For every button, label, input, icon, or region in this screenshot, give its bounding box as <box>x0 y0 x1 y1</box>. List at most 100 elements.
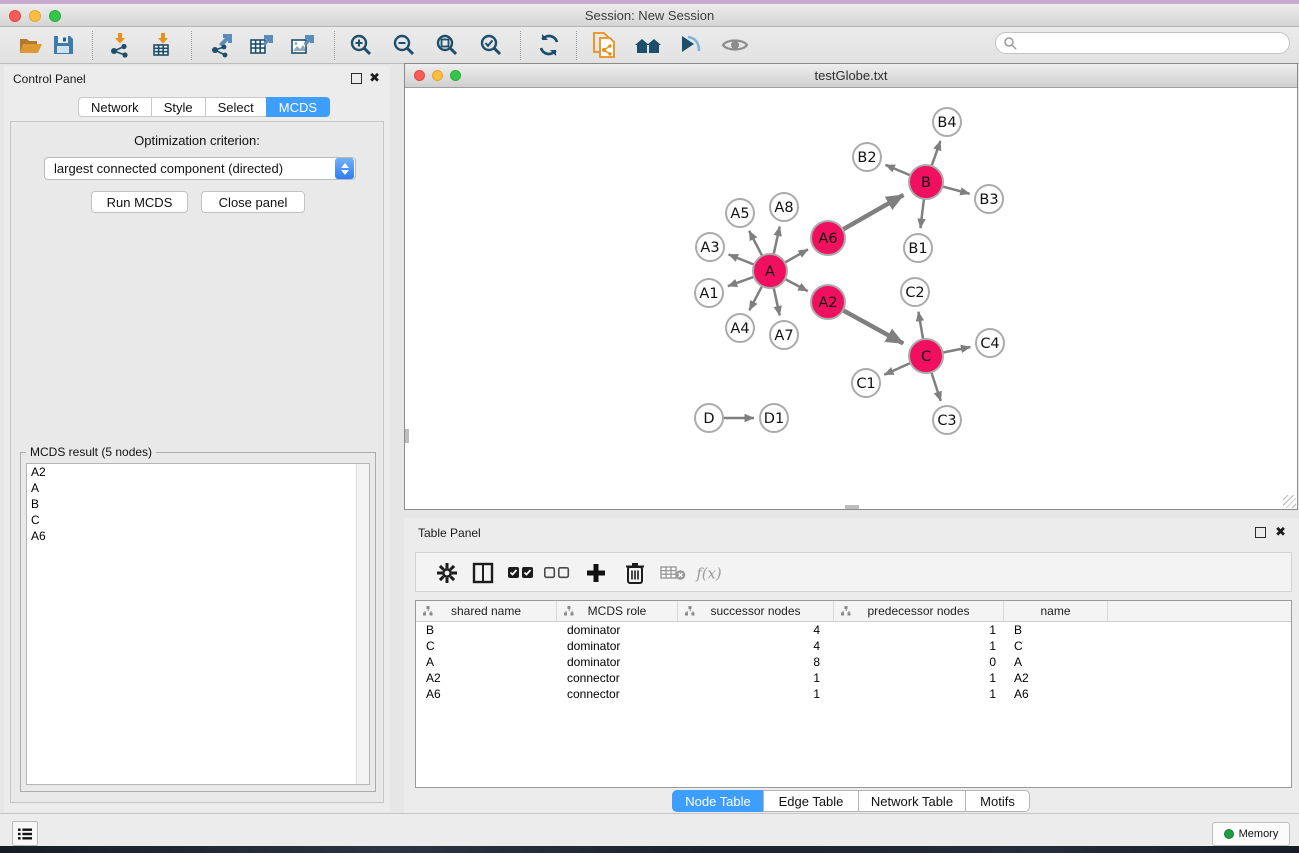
export-table-icon[interactable] <box>248 31 276 59</box>
graph-node-C2[interactable]: C2 <box>901 278 929 306</box>
table-cell[interactable]: 4 <box>678 622 834 638</box>
table-cell[interactable]: connector <box>557 686 678 702</box>
column-header-shared-name[interactable]: shared name <box>416 601 557 621</box>
float-table-panel-icon[interactable] <box>1255 527 1266 538</box>
delete-table-icon[interactable] <box>659 559 687 587</box>
graph-node-A1[interactable]: A1 <box>695 279 723 307</box>
column-header-name[interactable]: name <box>1004 601 1108 621</box>
table-cell[interactable]: C <box>1004 638 1108 654</box>
graph-node-B3[interactable]: B3 <box>975 185 1003 213</box>
table-cell[interactable]: 1 <box>678 670 834 686</box>
table-cell[interactable]: A <box>1004 654 1108 670</box>
mcds-result-list[interactable]: A2ABCA6 <box>26 463 370 785</box>
table-cell[interactable]: dominator <box>557 622 678 638</box>
graph-node-B1[interactable]: B1 <box>904 234 932 262</box>
refresh-view-icon[interactable] <box>535 31 563 59</box>
result-item[interactable]: A2 <box>27 464 369 480</box>
graph-node-C4[interactable]: C4 <box>976 329 1004 357</box>
search-input[interactable] <box>1017 34 1289 52</box>
table-cell[interactable]: A2 <box>1004 670 1108 686</box>
graph-node-A5[interactable]: A5 <box>726 199 754 227</box>
table-cell[interactable]: 1 <box>678 686 834 702</box>
import-table-icon[interactable] <box>149 31 177 59</box>
close-table-panel-icon[interactable]: ✖ <box>1275 524 1286 540</box>
graph-node-D1[interactable]: D1 <box>760 404 788 432</box>
deselect-all-icon[interactable] <box>543 559 571 587</box>
tab-node-table[interactable]: Node Table <box>672 790 763 812</box>
close-panel-button[interactable]: Close panel <box>201 191 305 213</box>
result-item[interactable]: A <box>27 480 369 496</box>
table-cell[interactable]: 8 <box>678 654 834 670</box>
zoom-out-icon[interactable] <box>390 31 418 59</box>
import-network-icon[interactable] <box>106 31 134 59</box>
table-row[interactable]: Cdominator41C <box>416 638 1291 654</box>
result-item[interactable]: A6 <box>27 528 369 544</box>
table-cell[interactable]: 4 <box>678 638 834 654</box>
graph-node-A3[interactable]: A3 <box>696 233 724 261</box>
table-row[interactable]: Adominator80A <box>416 654 1291 670</box>
result-item[interactable]: B <box>27 496 369 512</box>
column-header-successor-nodes[interactable]: successor nodes <box>678 601 834 621</box>
vertical-scroll-indicator[interactable] <box>405 429 409 443</box>
graph-node-A7[interactable]: A7 <box>770 321 798 349</box>
column-header-MCDS-role[interactable]: MCDS role <box>557 601 678 621</box>
network-canvas[interactable]: B4B2BB3A8A5A6A3B1AC2A1A2A4A7C4CC1C3DD1 <box>405 89 1297 509</box>
table-row[interactable]: Bdominator41B <box>416 622 1291 638</box>
run-mcds-button[interactable]: Run MCDS <box>91 191 188 213</box>
table-row[interactable]: A6connector11A6 <box>416 686 1291 702</box>
column-visibility-icon[interactable] <box>469 559 497 587</box>
tab-network[interactable]: Network <box>78 97 151 117</box>
zoom-in-icon[interactable] <box>347 31 375 59</box>
result-scrollbar[interactable] <box>356 464 369 784</box>
table-cell[interactable]: A <box>416 654 557 670</box>
graph-node-A2[interactable]: A2 <box>811 285 845 319</box>
hide-graphics-details-icon[interactable] <box>677 31 705 59</box>
save-session-icon[interactable] <box>49 31 77 59</box>
criterion-dropdown[interactable]: largest connected component (directed) <box>44 157 356 180</box>
horizontal-scroll-indicator[interactable] <box>845 505 859 509</box>
home-icon[interactable] <box>634 31 662 59</box>
table-cell[interactable]: connector <box>557 670 678 686</box>
table-cell[interactable]: B <box>416 622 557 638</box>
tab-style[interactable]: Style <box>151 97 205 117</box>
export-image-icon[interactable] <box>289 31 317 59</box>
graph-node-C3[interactable]: C3 <box>933 406 961 434</box>
close-panel-icon[interactable]: ✖ <box>369 70 380 86</box>
task-history-button[interactable] <box>12 821 38 846</box>
table-cell[interactable]: 1 <box>834 686 1004 702</box>
result-item[interactable]: C <box>27 512 369 528</box>
table-cell[interactable]: 0 <box>834 654 1004 670</box>
table-cell[interactable]: 1 <box>834 670 1004 686</box>
table-cell[interactable]: A6 <box>1004 686 1108 702</box>
add-column-icon[interactable] <box>582 559 610 587</box>
graph-node-D[interactable]: D <box>695 404 723 432</box>
table-settings-icon[interactable] <box>433 559 461 587</box>
column-header-predecessor-nodes[interactable]: predecessor nodes <box>834 601 1004 621</box>
graph-node-A4[interactable]: A4 <box>726 314 754 342</box>
delete-column-icon[interactable] <box>621 559 649 587</box>
table-cell[interactable]: dominator <box>557 654 678 670</box>
table-row[interactable]: A2connector11A2 <box>416 670 1291 686</box>
tab-select[interactable]: Select <box>205 97 266 117</box>
table-cell[interactable]: 1 <box>834 622 1004 638</box>
tab-mcds[interactable]: MCDS <box>266 97 330 117</box>
tab-edge-table[interactable]: Edge Table <box>763 790 858 812</box>
table-cell[interactable]: A6 <box>416 686 557 702</box>
open-session-icon[interactable] <box>17 31 45 59</box>
graph-node-C1[interactable]: C1 <box>852 369 880 397</box>
select-all-icon[interactable] <box>507 559 535 587</box>
network-window-titlebar[interactable]: testGlobe.txt <box>405 64 1297 88</box>
resize-grip[interactable] <box>1283 495 1296 508</box>
table-cell[interactable]: 1 <box>834 638 1004 654</box>
zoom-selected-region-icon[interactable] <box>477 31 505 59</box>
export-network-icon[interactable] <box>208 31 236 59</box>
table-cell[interactable]: dominator <box>557 638 678 654</box>
float-panel-icon[interactable] <box>351 73 362 84</box>
function-builder-icon[interactable]: f(x) <box>694 559 722 587</box>
graph-node-A[interactable]: A <box>753 254 787 288</box>
table-cell[interactable]: B <box>1004 622 1108 638</box>
zoom-fit-content-icon[interactable] <box>433 31 461 59</box>
new-network-from-selection-icon[interactable] <box>591 31 619 59</box>
graph-node-B[interactable]: B <box>909 165 943 199</box>
tab-motifs[interactable]: Motifs <box>965 790 1030 812</box>
